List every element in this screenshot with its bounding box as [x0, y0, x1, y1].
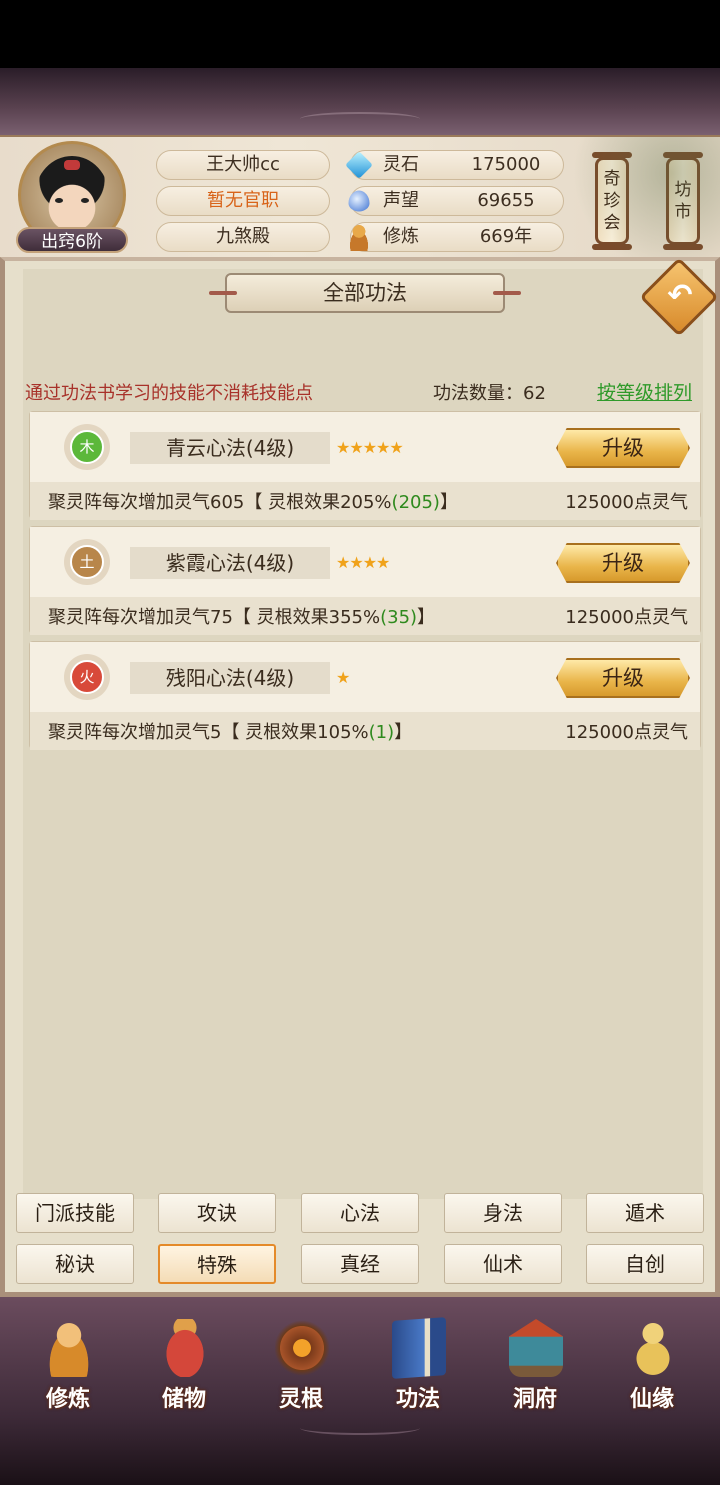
treasure-pavilion-button[interactable]: 奇 珍 会	[592, 152, 632, 250]
rank-badge: 出窍6阶	[16, 227, 128, 253]
star-rating: ★★★★	[336, 553, 390, 572]
cave-mansion-icon	[509, 1319, 563, 1377]
nav-fate[interactable]: 仙缘	[602, 1315, 702, 1415]
skill-count: 功法数量：62	[433, 383, 546, 404]
nav-label: 修炼	[45, 1387, 90, 1412]
spirit-root-icon	[275, 1319, 329, 1377]
effect-end: 】	[439, 492, 458, 513]
player-title: 暂无官职	[156, 186, 330, 216]
tab-escape[interactable]: 遁术	[586, 1193, 704, 1233]
upgrade-button[interactable]: 升级	[556, 543, 690, 583]
effect-text: 聚灵阵每次增加灵气75【 灵根效果355%	[48, 607, 381, 628]
upgrade-button[interactable]: 升级	[556, 658, 690, 698]
nav-cave[interactable]: 洞府	[485, 1315, 585, 1415]
bottom-nav: 修炼 储物 灵根 功法 洞府 仙缘	[0, 1297, 720, 1417]
back-arrow-icon: ↶	[667, 278, 693, 313]
skill-card: 土 紫霞心法(4级) ★★★★ 升级 聚灵阵每次增加灵气75【 灵根效果355%…	[29, 526, 701, 635]
skill-effect: 聚灵阵每次增加灵气605【 灵根效果205%(205)】	[48, 488, 458, 514]
skill-book-icon	[392, 1317, 446, 1379]
effect-bonus: (35)	[380, 607, 418, 628]
meditating-monk-icon	[42, 1319, 96, 1377]
resource-spirit-stone: 灵石 175000	[345, 150, 564, 180]
nav-skills[interactable]: 功法	[368, 1315, 468, 1415]
effect-text: 聚灵阵每次增加灵气5【 灵根效果105%	[48, 722, 369, 743]
resource-value: 175000	[471, 154, 541, 175]
tab-scripture[interactable]: 真经	[301, 1244, 419, 1284]
tab-attack[interactable]: 攻诀	[158, 1193, 276, 1233]
resource-cultivation: 修炼 669年	[345, 222, 564, 252]
resource-reputation: 声望 69655	[348, 186, 564, 216]
player-name: 王大帅cc	[156, 150, 330, 180]
panel-title: 全部功法	[209, 273, 521, 313]
fire-element-icon: 火	[70, 660, 104, 694]
resource-value: 69655	[477, 190, 535, 211]
effect-bonus: (1)	[368, 722, 395, 743]
skills-panel: 全部功法 ↶ 通过功法书学习的技能不消耗技能点 功法数量：62 按等级排列 木 …	[0, 257, 720, 1297]
effect-bonus: (205)	[391, 492, 440, 513]
skill-name: 残阳心法(4级)	[130, 662, 330, 694]
skill-effect: 聚灵阵每次增加灵气75【 灵根效果355%(35)】	[48, 603, 435, 629]
star-rating: ★	[336, 668, 350, 687]
nav-label: 洞府	[512, 1387, 557, 1412]
player-sect: 九煞殿	[156, 222, 330, 252]
player-header: 出窍6阶 王大帅cc 暂无官职 九煞殿 灵石 175000 声望 69655 修…	[0, 135, 720, 257]
market-label: 坊 市	[674, 180, 692, 222]
skill-cost: 125000点灵气	[565, 607, 688, 628]
sort-by-level-link[interactable]: 按等级排列	[597, 378, 692, 405]
market-button[interactable]: 坊 市	[663, 152, 703, 250]
gourd-icon	[626, 1319, 680, 1377]
skill-card: 木 青云心法(4级) ★★★★★ 升级 聚灵阵每次增加灵气605【 灵根效果20…	[29, 411, 701, 520]
treasure-pavilion-label: 奇 珍 会	[603, 169, 621, 233]
effect-end: 】	[417, 607, 436, 628]
skill-cost: 125000点灵气	[565, 492, 688, 513]
avatar-face	[35, 156, 109, 236]
storage-bag-icon	[158, 1319, 212, 1377]
effect-text: 聚灵阵每次增加灵气605【 灵根效果205%	[48, 492, 392, 513]
nav-cultivate[interactable]: 修炼	[18, 1315, 118, 1415]
effect-end: 】	[394, 722, 413, 743]
tab-movement[interactable]: 身法	[444, 1193, 562, 1233]
ornament	[300, 1421, 420, 1435]
wood-element-icon: 木	[70, 430, 104, 464]
star-rating: ★★★★★	[336, 438, 404, 457]
nav-label: 仙缘	[629, 1387, 674, 1412]
reputation-icon	[348, 190, 370, 212]
skill-name: 青云心法(4级)	[130, 432, 330, 464]
footer-bar	[0, 1417, 720, 1485]
skill-effect: 聚灵阵每次增加灵气5【 灵根效果105%(1)】	[48, 718, 412, 744]
spirit-stone-icon	[345, 151, 373, 179]
nav-label: 功法	[395, 1387, 440, 1412]
ornament	[300, 112, 420, 126]
earth-element-icon: 土	[70, 545, 104, 579]
tab-sect-skills[interactable]: 门派技能	[16, 1193, 134, 1233]
tab-immortal-arts[interactable]: 仙术	[444, 1244, 562, 1284]
skill-cost: 125000点灵气	[565, 722, 688, 743]
resource-label: 声望	[383, 190, 419, 211]
resource-label: 修炼	[383, 226, 419, 247]
resource-label: 灵石	[383, 154, 419, 175]
hint-text: 通过功法书学习的技能不消耗技能点	[25, 383, 313, 404]
nav-label: 储物	[161, 1387, 206, 1412]
tab-mind[interactable]: 心法	[301, 1193, 419, 1233]
resource-value: 669年	[479, 226, 533, 247]
cultivation-icon	[345, 223, 373, 251]
tab-special[interactable]: 特殊	[158, 1244, 276, 1284]
skill-name: 紫霞心法(4级)	[130, 547, 330, 579]
nav-label: 灵根	[278, 1387, 323, 1412]
top-bar	[0, 68, 720, 135]
skill-card: 火 残阳心法(4级) ★ 升级 聚灵阵每次增加灵气5【 灵根效果105%(1)】…	[29, 641, 701, 750]
tab-secret[interactable]: 秘诀	[16, 1244, 134, 1284]
nav-spirit-root[interactable]: 灵根	[251, 1315, 351, 1415]
nav-storage[interactable]: 储物	[134, 1315, 234, 1415]
upgrade-button[interactable]: 升级	[556, 428, 690, 468]
tab-self-created[interactable]: 自创	[586, 1244, 704, 1284]
